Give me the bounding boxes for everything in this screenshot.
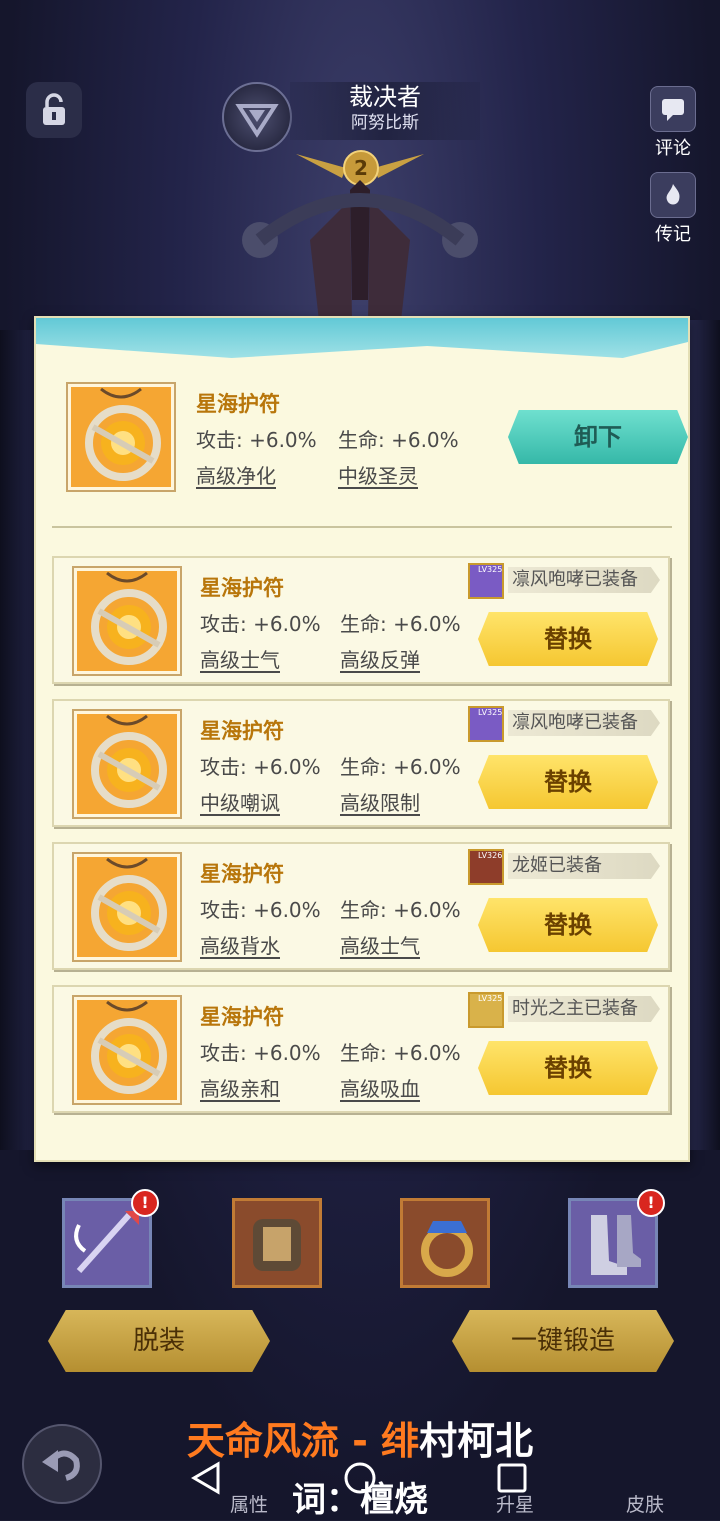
item-name: 星海护符	[200, 862, 284, 886]
owner-level: LV325	[478, 565, 503, 574]
armor-slot[interactable]	[232, 1198, 322, 1288]
replace-button[interactable]: 替换	[478, 1041, 658, 1095]
amulet-icon	[74, 711, 180, 817]
amulet-icon	[68, 384, 174, 490]
owner-tag: 时光之主已装备	[508, 996, 660, 1022]
biography-label: 传记	[655, 224, 691, 245]
equipped-substat-1[interactable]: 高级净化	[196, 460, 276, 489]
comment-icon	[650, 86, 696, 132]
item-substat-1[interactable]: 高级亲和	[200, 1073, 280, 1102]
amulet-icon	[74, 854, 180, 960]
replace-button[interactable]: 替换	[478, 898, 658, 952]
unequip-all-button[interactable]: 脱装	[48, 1310, 270, 1372]
equipped-hp: 生命: +6.0%	[338, 428, 459, 452]
amulet-icon	[74, 568, 180, 674]
item-substat-2[interactable]: 高级反弹	[340, 644, 420, 673]
owner-badge: LV325 凛风咆哮已装备	[468, 706, 660, 742]
item-substat-1[interactable]: 高级士气	[200, 644, 280, 673]
boots-slot[interactable]: !	[568, 1189, 665, 1288]
one-key-forge-button[interactable]: 一键锻造	[452, 1310, 674, 1372]
owner-tag: 凛风咆哮已装备	[508, 710, 660, 736]
background-pillar-right	[686, 320, 720, 1150]
item-attack: 攻击: +6.0%	[200, 1041, 321, 1065]
lock-button[interactable]	[26, 82, 82, 138]
rank-emblem-icon	[222, 82, 292, 152]
panel-header-decoration	[36, 318, 688, 358]
item-attack: 攻击: +6.0%	[200, 612, 321, 636]
ring-slot[interactable]	[400, 1198, 490, 1288]
item-attack: 攻击: +6.0%	[200, 898, 321, 922]
armor-icon	[253, 1219, 301, 1271]
item-hp: 生命: +6.0%	[340, 898, 461, 922]
ring-icon	[421, 1221, 473, 1277]
item-hp: 生命: +6.0%	[340, 755, 461, 779]
amulet-list-item[interactable]: 星海护符攻击: +6.0% 生命: +6.0% 高级背水 高级士气 LV326 龙姬已装备…	[52, 842, 670, 970]
lyric-artist: 村柯北	[419, 1419, 534, 1463]
replace-button[interactable]: 替换	[478, 612, 658, 666]
hero-name: 阿努比斯	[351, 113, 419, 133]
owner-badge: LV326 龙姬已装备	[468, 849, 660, 885]
equipped-attack: 攻击: +6.0%	[196, 428, 317, 452]
equipped-item: 星海护符 攻击: +6.0% 生命: +6.0% 高级净化 中级圣灵 卸下	[68, 380, 688, 490]
amulet-list-item[interactable]: 星海护符攻击: +6.0% 生命: +6.0% 高级亲和 高级吸血 LV325 时光之主已…	[52, 985, 670, 1113]
item-substat-2[interactable]: 高级士气	[340, 930, 420, 959]
item-substat-1[interactable]: 高级背水	[200, 930, 280, 959]
owner-level: LV326	[478, 851, 503, 860]
item-substat-2[interactable]: 高级吸血	[340, 1073, 420, 1102]
amulet-list-item[interactable]: 星海护符攻击: +6.0% 生命: +6.0% 高级士气 高级反弹 LV325 凛风咆哮已…	[52, 556, 670, 684]
owner-tag: 凛风咆哮已装备	[508, 567, 660, 593]
equipment-panel: 星海护符 攻击: +6.0% 生命: +6.0% 高级净化 中级圣灵 卸下 星海…	[34, 316, 690, 1162]
owner-level: LV325	[478, 994, 503, 1003]
lock-icon	[43, 93, 65, 125]
owner-tag: 龙姬已装备	[508, 853, 660, 879]
alert-badge: !	[637, 1189, 665, 1217]
system-home-icon[interactable]	[342, 1460, 378, 1496]
item-name: 星海护符	[200, 719, 284, 743]
lyric-line-1: 天命风流 - 绯村柯北	[0, 1410, 720, 1465]
unequip-button[interactable]: 卸下	[508, 410, 688, 464]
biography-button[interactable]: 传记	[644, 172, 702, 246]
hero-title-box: 裁决者 阿努比斯	[290, 82, 480, 140]
item-hp: 生命: +6.0%	[340, 612, 461, 636]
list-divider	[52, 514, 672, 528]
amulet-list-item[interactable]: 星海护符攻击: +6.0% 生命: +6.0% 中级嘲讽 高级限制 LV325 凛风咆哮已…	[52, 699, 670, 827]
system-back-icon[interactable]	[188, 1460, 224, 1496]
biography-icon	[650, 172, 696, 218]
item-substat-2[interactable]: 高级限制	[340, 787, 420, 816]
amulet-list[interactable]: 星海护符 攻击: +6.0% 生命: +6.0% 高级士气 高级反弹 LV325 凛风咆哮已…	[52, 556, 672, 1128]
alert-badge: !	[131, 1189, 159, 1217]
owner-level: LV325	[478, 708, 503, 717]
item-attack: 攻击: +6.0%	[200, 755, 321, 779]
weapon-slot[interactable]: !	[62, 1189, 159, 1288]
owner-badge: LV325 凛风咆哮已装备	[468, 563, 660, 599]
equipped-item-name: 星海护符	[196, 392, 280, 416]
comment-label: 评论	[655, 138, 691, 159]
amulet-icon	[74, 997, 180, 1103]
item-name: 星海护符	[200, 1005, 284, 1029]
system-recents-icon[interactable]	[494, 1460, 530, 1496]
owner-badge: LV325 时光之主已装备	[468, 992, 660, 1028]
comment-button[interactable]: 评论	[644, 86, 702, 160]
hero-class: 裁决者	[349, 83, 421, 111]
lyric-song-title: 天命风流 - 绯	[186, 1419, 420, 1463]
item-hp: 生命: +6.0%	[340, 1041, 461, 1065]
equipped-substat-2[interactable]: 中级圣灵	[338, 460, 418, 489]
replace-button[interactable]: 替换	[478, 755, 658, 809]
item-substat-1[interactable]: 中级嘲讽	[200, 787, 280, 816]
item-name: 星海护符	[200, 576, 284, 600]
